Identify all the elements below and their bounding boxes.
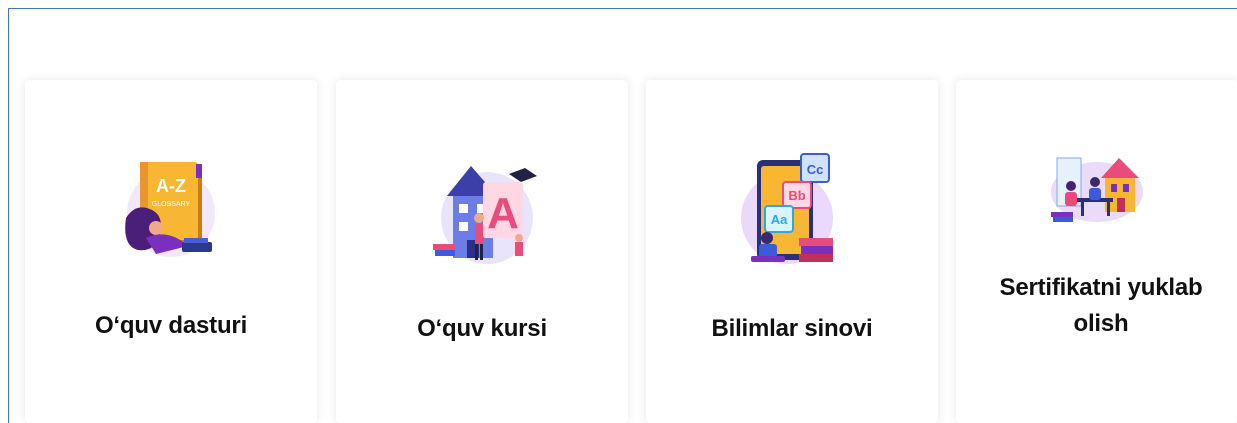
card-label: Sertifikatni yuklab olish	[999, 274, 1203, 337]
tile-bb-text: Bb	[788, 188, 805, 203]
tile-cc-text: Cc	[807, 162, 824, 177]
certificate-download-icon	[1050, 157, 1143, 222]
card-oquv-dasturi[interactable]: A-Z GLOSSARY O‘quv dasturi	[25, 80, 317, 423]
card-bilimlar-sinovi[interactable]: Cc Bb Aa Bilimlar sinovi	[646, 80, 938, 423]
card-label: O‘quv dasturi	[94, 312, 248, 339]
book-title-text: A-Z	[156, 176, 186, 196]
card-oquv-kursi[interactable]: A O‘quv kursi	[336, 80, 628, 423]
tile-aa-text: Aa	[771, 212, 788, 227]
glossary-book-icon: A-Z GLOSSARY	[125, 162, 215, 257]
knowledge-test-icon: Cc Bb Aa	[741, 153, 833, 264]
card-label: O‘quv kursi	[417, 315, 547, 342]
card-label: Bilimlar sinovi	[711, 315, 873, 342]
book-subtitle-text: GLOSSARY	[152, 201, 191, 208]
school-course-icon: A	[433, 166, 537, 264]
card-sertifikatni-yuklab-olish[interactable]: Sertifikatni yuklab olish	[956, 80, 1237, 423]
course-letter-text: A	[487, 189, 519, 238]
